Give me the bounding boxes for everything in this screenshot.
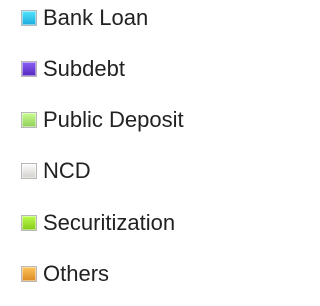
legend-item-others: Others (21, 262, 109, 286)
legend-swatch-securitization (21, 215, 37, 231)
legend-swatch-ncd (21, 163, 37, 179)
legend-label-subdebt: Subdebt (43, 56, 125, 81)
legend-swatch-bank-loan (21, 10, 37, 26)
legend-swatch-others (21, 266, 37, 282)
legend-swatch-public-deposit (21, 112, 37, 128)
legend-swatch-subdebt (21, 61, 37, 77)
legend-label-securitization: Securitization (43, 210, 176, 235)
legend-item-bank-loan: Bank Loan (21, 6, 148, 30)
legend-label-bank-loan: Bank Loan (43, 5, 149, 30)
legend-label-others: Others (43, 261, 110, 286)
legend-item-subdebt: Subdebt (21, 57, 125, 81)
legend-item-public-deposit: Public Deposit (21, 108, 184, 132)
legend-item-securitization: Securitization (21, 211, 175, 235)
legend-label-public-deposit: Public Deposit (43, 107, 184, 132)
legend-item-ncd: NCD (21, 159, 91, 183)
chart-legend: Bank Loan Subdebt Public Deposit NCD Sec… (21, 0, 247, 306)
legend-label-ncd: NCD (43, 158, 91, 183)
